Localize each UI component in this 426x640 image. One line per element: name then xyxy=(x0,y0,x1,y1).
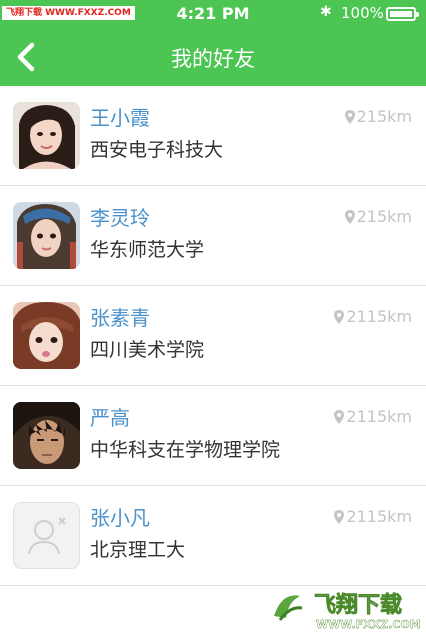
friend-name: 严高 xyxy=(90,406,130,430)
location-pin-icon xyxy=(334,409,345,424)
battery-icon xyxy=(386,7,419,21)
location-pin-icon xyxy=(334,509,345,524)
avatar[interactable] xyxy=(13,102,80,169)
friend-distance: 2115km xyxy=(334,407,412,426)
friend-name: 李灵玲 xyxy=(90,206,150,230)
bluetooth-icon: ✱ xyxy=(320,4,332,20)
distance-value: 215km xyxy=(356,107,412,126)
friend-distance: 215km xyxy=(344,207,412,226)
watermark-brand: 飞翔下载 xyxy=(314,592,402,618)
location-pin-icon xyxy=(334,309,345,324)
avatar[interactable] xyxy=(13,202,80,269)
friend-row[interactable]: 李灵玲 华东师范大学 215km xyxy=(0,186,426,286)
page-title: 我的好友 xyxy=(171,47,255,71)
friend-distance: 2115km xyxy=(334,307,412,326)
friend-school: 西安电子科技大 xyxy=(90,139,224,161)
friend-school: 北京理工大 xyxy=(90,539,186,561)
status-bar: 飞翔下载 WWW.FXXZ.COM 4:21 PM ✱ 100% xyxy=(0,0,426,28)
friend-distance: 2115km xyxy=(334,507,412,526)
friend-name: 张小凡 xyxy=(90,506,150,530)
friend-row[interactable]: 王小霞 西安电子科技大 215km xyxy=(0,86,426,186)
distance-value: 2115km xyxy=(346,507,412,526)
friend-school: 华东师范大学 xyxy=(90,239,205,261)
avatar[interactable] xyxy=(13,302,80,369)
location-pin-icon xyxy=(344,109,355,124)
friend-list: 王小霞 西安电子科技大 215km 李灵玲 华东师范大学 215km 张素青 四… xyxy=(0,86,426,586)
distance-value: 215km xyxy=(356,207,412,226)
friend-name: 王小霞 xyxy=(90,106,150,130)
distance-value: 2115km xyxy=(346,307,412,326)
nav-bar: 我的好友 xyxy=(0,28,426,86)
watermark-logo: 飞翔下载 WWW.FXXZ.COM xyxy=(262,582,421,634)
distance-value: 2115km xyxy=(346,407,412,426)
default-avatar-icon[interactable] xyxy=(13,502,80,569)
friend-row[interactable]: 张素青 四川美术学院 2115km xyxy=(0,286,426,386)
avatar[interactable] xyxy=(13,402,80,469)
friend-distance: 215km xyxy=(344,107,412,126)
location-pin-icon xyxy=(344,209,355,224)
friend-row[interactable]: 严高 中华科支在学物理学院 2115km xyxy=(0,386,426,486)
battery-percent: 100% xyxy=(341,4,384,22)
friend-row[interactable]: 张小凡 北京理工大 2115km xyxy=(0,486,426,586)
friend-school: 中华科支在学物理学院 xyxy=(90,439,281,461)
watermark-url: WWW.FXXZ.COM xyxy=(316,618,420,631)
friend-school: 四川美术学院 xyxy=(90,339,205,361)
friend-name: 张素青 xyxy=(90,306,150,330)
